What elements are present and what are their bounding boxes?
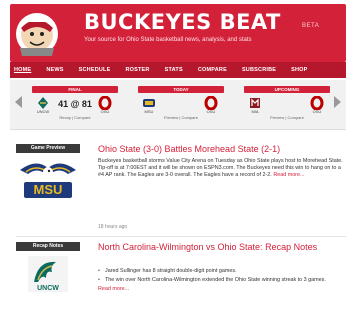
ohio-state-block-o-icon xyxy=(204,96,218,110)
home-team-abbr: MIA xyxy=(251,109,259,114)
read-more-link[interactable]: Read more... xyxy=(273,172,304,178)
miami-logo-icon xyxy=(250,98,260,108)
article-card: Game Preview MSU Ohio State (3-0) Battle… xyxy=(16,144,346,234)
game-links[interactable]: Preview | Compare xyxy=(244,115,330,120)
msu-eagle-icon xyxy=(143,99,155,107)
game-card[interactable]: UPCOMING MIA OSU Preview | Compare xyxy=(244,86,330,126)
article-divider xyxy=(16,236,346,237)
scoreboard: FINAL UNCW 41 @ 81 OSU Recap | Compare T… xyxy=(10,80,346,130)
site-header: BUCKEYES BEAT BETA Your source for Ohio … xyxy=(10,4,346,62)
game-card[interactable]: TODAY MSU OSU Preview | Compare xyxy=(138,86,224,126)
game-status: FINAL xyxy=(32,86,118,93)
article-card: Recap Notes UNCW North Carolina-Wilmingt… xyxy=(16,242,346,316)
article-summary: Buckeyes basketball storms Value City Ar… xyxy=(98,158,344,180)
article-summary: Jared Sullinger has 8 straight double-di… xyxy=(98,268,344,294)
list-item: The win over North Carolina-Wilmington e… xyxy=(98,277,344,284)
away-team-abbr: OSU xyxy=(206,109,216,114)
game-links[interactable]: Recap | Compare xyxy=(32,115,118,120)
nav-roster[interactable]: ROSTER xyxy=(125,67,149,73)
nav-news[interactable]: NEWS xyxy=(46,67,63,73)
beta-label: BETA xyxy=(302,23,320,29)
article-category-label: Game Preview xyxy=(16,144,80,153)
morehead-state-eagle-logo[interactable]: MSU xyxy=(16,156,80,204)
read-more-link[interactable]: Read more... xyxy=(98,286,129,292)
brutus-mascot-logo[interactable] xyxy=(14,10,60,58)
nav-shop[interactable]: SHOP xyxy=(291,67,307,73)
away-team-abbr: OSU xyxy=(312,109,322,114)
article-title-link[interactable]: Ohio State (3-0) Battles Morehead State … xyxy=(98,144,344,155)
scoreboard-next-arrow-icon[interactable] xyxy=(334,96,341,108)
game-score: 41 @ 81 xyxy=(58,99,92,109)
scoreboard-prev-arrow-icon[interactable] xyxy=(15,96,22,108)
article-summary-text: Buckeyes basketball storms Value City Ar… xyxy=(98,158,343,179)
nav-schedule[interactable]: SCHEDULE xyxy=(79,67,111,73)
uncw-seahawks-logo[interactable]: UNCW xyxy=(16,254,80,294)
article-timestamp: 18 hours ago xyxy=(98,224,128,230)
article-category-label: Recap Notes xyxy=(16,242,80,251)
article-title-link[interactable]: North Carolina-Wilmington vs Ohio State:… xyxy=(98,242,344,253)
nav-subscribe[interactable]: SUBSCRIBE xyxy=(242,67,276,73)
page-frame: BUCKEYES BEAT BETA Your source for Ohio … xyxy=(6,0,350,316)
site-title[interactable]: BUCKEYES BEAT xyxy=(84,10,281,34)
game-status: UPCOMING xyxy=(244,86,330,93)
nav-home[interactable]: HOME xyxy=(14,67,31,73)
main-nav: HOME NEWS SCHEDULE ROSTER STATS COMPARE … xyxy=(10,62,346,78)
home-team-abbr: UNCW xyxy=(36,109,50,114)
site-tagline: Your source for Ohio State basketball ne… xyxy=(84,37,252,43)
game-status: TODAY xyxy=(138,86,224,93)
home-team-abbr: MSU xyxy=(144,109,154,114)
ohio-state-block-o-icon xyxy=(310,96,324,110)
svg-text:MSU: MSU xyxy=(34,182,63,197)
nav-stats[interactable]: STATS xyxy=(165,67,183,73)
game-links[interactable]: Preview | Compare xyxy=(138,115,224,120)
game-card[interactable]: FINAL UNCW 41 @ 81 OSU Recap | Compare xyxy=(32,86,118,126)
away-team-abbr: OSU xyxy=(100,109,110,114)
svg-text:UNCW: UNCW xyxy=(37,285,59,292)
uncw-seahawk-icon xyxy=(38,97,48,109)
list-item: Jared Sullinger has 8 straight double-di… xyxy=(98,268,344,275)
nav-compare[interactable]: COMPARE xyxy=(198,67,227,73)
recap-notes-list: Jared Sullinger has 8 straight double-di… xyxy=(98,268,344,285)
ohio-state-block-o-icon xyxy=(98,96,112,110)
